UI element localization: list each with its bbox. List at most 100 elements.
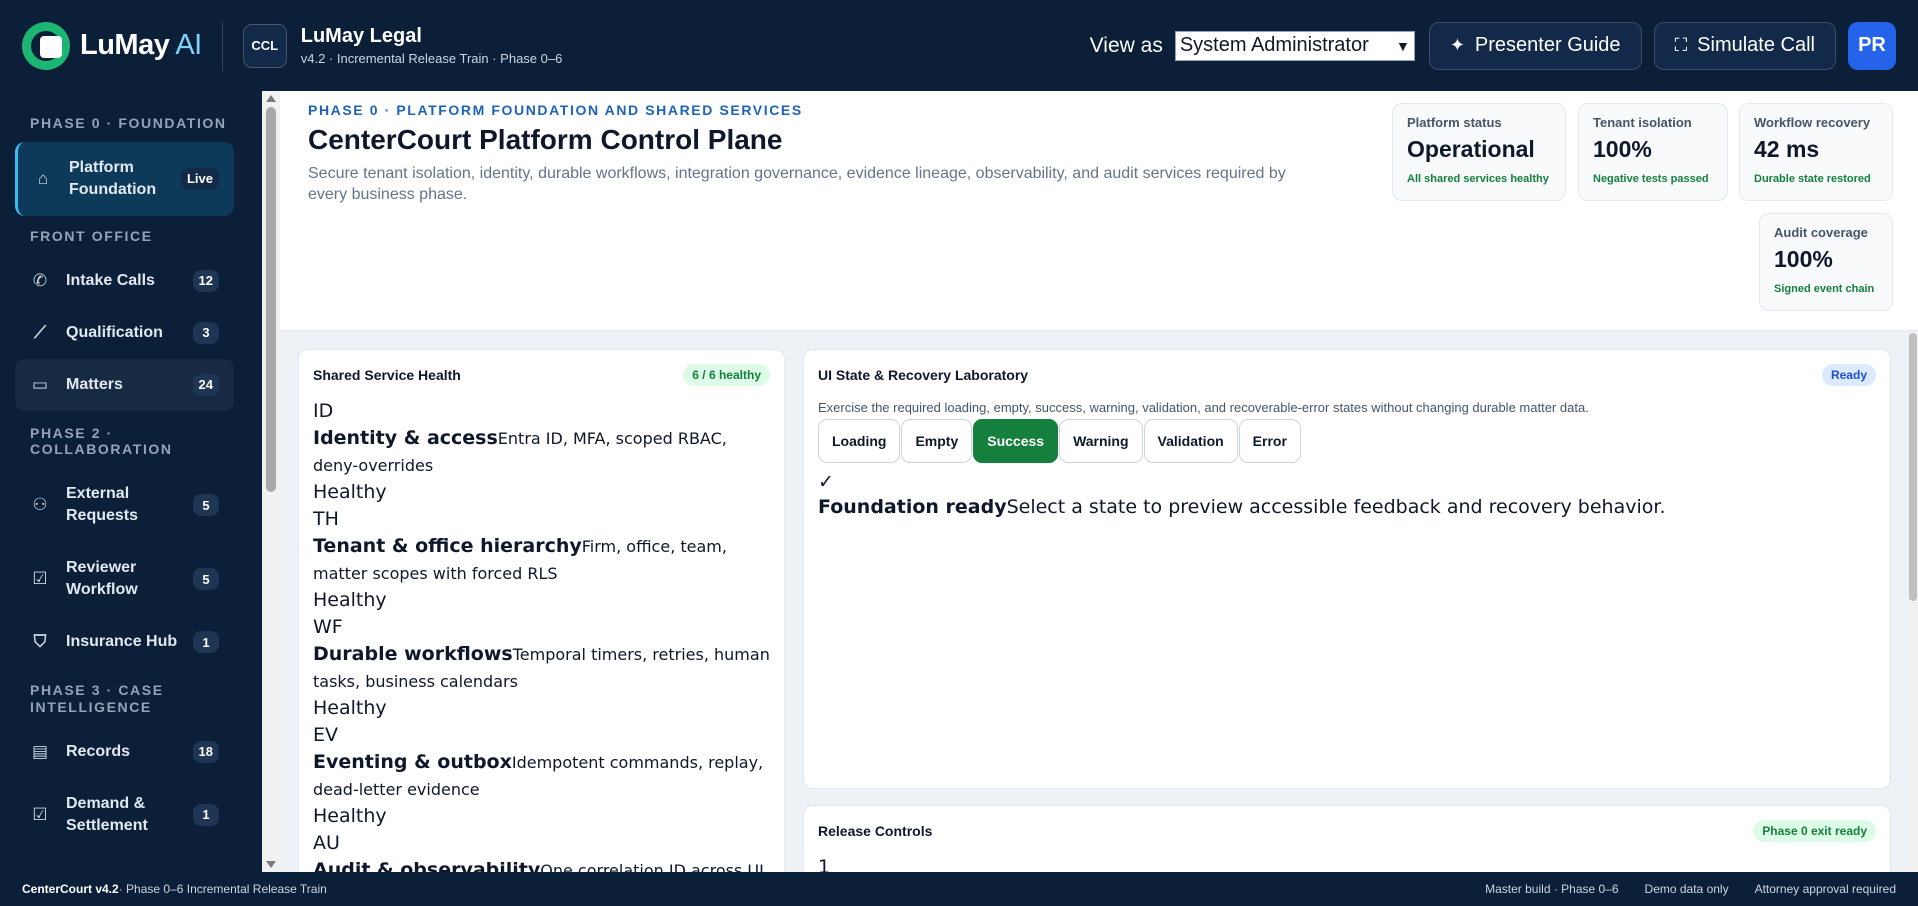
lab-description: Exercise the required loading, empty, su… bbox=[818, 400, 1589, 415]
count-badge: 12 bbox=[192, 269, 219, 292]
document-icon: ▤ bbox=[31, 741, 49, 761]
list-item: Tenant & office hierarchyFirm, office, t… bbox=[313, 533, 773, 587]
state-button-warning[interactable]: Warning bbox=[1059, 419, 1143, 463]
app-info: LuMay Legal v4.2 · Incremental Release T… bbox=[301, 25, 563, 66]
state-button-error[interactable]: Error bbox=[1238, 419, 1301, 463]
view-as-select[interactable]: System Administrator ▼ bbox=[1174, 30, 1415, 61]
footer: CenterCourt v4.2 · Phase 0–6 Incremental… bbox=[0, 872, 1918, 906]
kpi-platform-status: Platform status Operational All shared s… bbox=[1392, 103, 1566, 201]
top-actions: View as System Administrator ▼ ✦ Present… bbox=[1089, 21, 1896, 70]
state-button-empty[interactable]: Empty bbox=[901, 419, 973, 463]
view-as-label: View as bbox=[1089, 33, 1163, 57]
status-badge: Live bbox=[180, 167, 219, 190]
sidebar-item-label: Qualification bbox=[66, 323, 163, 341]
kpi-workflow-recovery: Workflow recovery 42 ms Durable state re… bbox=[1739, 103, 1893, 201]
sidebar: PHASE 0 · FOUNDATION ⌂ Platform Foundati… bbox=[0, 91, 262, 872]
sidebar-section-case-intelligence: PHASE 3 · CASE INTELLIGENCE bbox=[30, 682, 164, 715]
count-badge: 1 bbox=[193, 631, 219, 654]
sidebar-item-demand-settlement[interactable]: ☑ Demand & Settlement 1 bbox=[15, 778, 234, 852]
service-code: ID bbox=[313, 400, 334, 422]
chart-line-icon: ⟋ bbox=[34, 322, 46, 342]
kpi-label: Platform status bbox=[1407, 115, 1502, 130]
kpi-note: Negative tests passed bbox=[1593, 173, 1709, 185]
service-code: WF bbox=[313, 616, 343, 638]
brand-logo[interactable]: LuMay AI bbox=[22, 21, 202, 70]
kpi-note: All shared services healthy bbox=[1407, 173, 1549, 185]
state-button-success[interactable]: Success bbox=[973, 419, 1059, 463]
briefcase-icon: ▭ bbox=[31, 374, 49, 394]
sidebar-item-label: Insurance Hub bbox=[66, 633, 178, 651]
ready-badge: Ready bbox=[1821, 364, 1876, 386]
service-name: Identity & access bbox=[313, 427, 498, 449]
kpi-label: Audit coverage bbox=[1774, 225, 1868, 240]
top-bar: LuMay AI CCL LuMay Legal v4.2 · Increment… bbox=[0, 0, 1918, 91]
state-result: Foundation readySelect a state to previe… bbox=[818, 496, 1666, 518]
ui-state-lab-card: UI State & Recovery Laboratory Ready Exe… bbox=[803, 349, 1891, 789]
chevron-down-icon: ▼ bbox=[1395, 37, 1410, 54]
sidebar-item-label: Demand & Settlement bbox=[66, 794, 148, 834]
result-text: Select a state to preview accessible fee… bbox=[1006, 496, 1666, 518]
sidebar-item-matters[interactable]: ▭ Matters 24 bbox=[15, 358, 234, 411]
sidebar-item-label: Intake Calls bbox=[66, 271, 155, 289]
sidebar-section-collaboration: PHASE 2 · COLLABORATION bbox=[30, 424, 173, 458]
sidebar-item-records[interactable]: ▤ Records 18 bbox=[15, 726, 234, 778]
sidebar-item-insurance-hub[interactable]: ⛉ Insurance Hub 1 bbox=[15, 616, 234, 668]
simulate-call-label: Simulate Call bbox=[1697, 34, 1815, 56]
page-title: CenterCourt Platform Control Plane bbox=[308, 124, 783, 155]
footer-approval: Attorney approval required bbox=[1754, 882, 1896, 896]
list-item: Durable workflowsTemporal timers, retrie… bbox=[313, 641, 773, 695]
sidebar-item-platform-foundation[interactable]: ⌂ Platform Foundation Live bbox=[15, 141, 234, 216]
simulate-call-button[interactable]: ⛶ Simulate Call bbox=[1653, 21, 1836, 70]
page-header: PHASE 0 · PLATFORM FOUNDATION AND SHARED… bbox=[280, 91, 1918, 331]
brain-lock-icon bbox=[22, 21, 70, 70]
count-badge: 18 bbox=[192, 740, 219, 763]
shared-service-health-card: Shared Service Health 6 / 6 healthy ID I… bbox=[298, 349, 785, 889]
presenter-guide-label: Presenter Guide bbox=[1474, 34, 1621, 56]
kpi-tenant-isolation: Tenant isolation 100% Negative tests pas… bbox=[1578, 103, 1728, 201]
result-title: Foundation ready bbox=[818, 496, 1007, 518]
service-status: Healthy bbox=[313, 697, 387, 719]
sidebar-section-foundation: PHASE 0 · FOUNDATION bbox=[30, 115, 227, 131]
service-code: TH bbox=[313, 508, 339, 530]
service-code: AU bbox=[313, 832, 340, 854]
kpi-note: Durable state restored bbox=[1754, 173, 1871, 185]
list-item: Eventing & outboxIdempotent commands, re… bbox=[313, 749, 773, 803]
scroll-up-icon[interactable] bbox=[266, 95, 276, 102]
shield-icon: ⛉ bbox=[33, 632, 47, 652]
count-badge: 5 bbox=[193, 568, 219, 591]
kpi-note: Signed event chain bbox=[1774, 283, 1875, 295]
scroll-down-icon[interactable] bbox=[266, 861, 276, 868]
scrollbar-thumb[interactable] bbox=[266, 107, 276, 492]
service-list: ID Identity & accessEntra ID, MFA, scope… bbox=[313, 398, 773, 888]
card-title: Release Controls bbox=[818, 823, 933, 839]
users-icon: ⚇ bbox=[32, 495, 48, 515]
state-button-validation[interactable]: Validation bbox=[1143, 419, 1238, 463]
kpi-label: Tenant isolation bbox=[1593, 115, 1692, 130]
footer-demo: Demo data only bbox=[1644, 882, 1729, 896]
app-subtitle: v4.2 · Incremental Release Train · Phase… bbox=[300, 51, 563, 66]
sidebar-item-reviewer-workflow[interactable]: ☑ Reviewer Workflow 5 bbox=[15, 542, 234, 616]
main-scrollbar[interactable] bbox=[1908, 331, 1918, 872]
footer-status: Master build · Phase 0–6 Demo data only … bbox=[1485, 882, 1896, 896]
page-eyebrow: PHASE 0 · PLATFORM FOUNDATION AND SHARED… bbox=[308, 102, 803, 118]
health-badge: 6 / 6 healthy bbox=[683, 364, 770, 386]
sidebar-item-qualification[interactable]: ⟋ Qualification 3 bbox=[15, 307, 234, 359]
presenter-guide-button[interactable]: ✦ Presenter Guide bbox=[1428, 21, 1642, 70]
sidebar-item-label: Matters bbox=[66, 375, 123, 393]
sidebar-item-external-requests[interactable]: ⚇ External Requests 5 bbox=[15, 468, 234, 542]
sidebar-scrollbar[interactable] bbox=[262, 91, 280, 872]
service-name: Tenant & office hierarchy bbox=[313, 535, 582, 557]
phone-icon: ✆ bbox=[32, 270, 48, 290]
kpi-label: Workflow recovery bbox=[1754, 115, 1871, 130]
sidebar-item-intake-calls[interactable]: ✆ Intake Calls 12 bbox=[15, 255, 234, 307]
sidebar-item-label: Reviewer Workflow bbox=[66, 559, 138, 599]
footer-product: CenterCourt v4.2 bbox=[22, 882, 119, 896]
state-button-loading[interactable]: Loading bbox=[818, 419, 901, 463]
kpi-value: 100% bbox=[1774, 246, 1833, 272]
service-code: EV bbox=[313, 724, 339, 746]
scrollbar-thumb[interactable] bbox=[1909, 333, 1917, 601]
count-badge: 1 bbox=[193, 803, 219, 826]
kpi-audit-coverage: Audit coverage 100% Signed event chain bbox=[1759, 213, 1893, 311]
view-as-value: System Administrator bbox=[1179, 34, 1369, 56]
avatar[interactable]: PR bbox=[1848, 21, 1896, 70]
